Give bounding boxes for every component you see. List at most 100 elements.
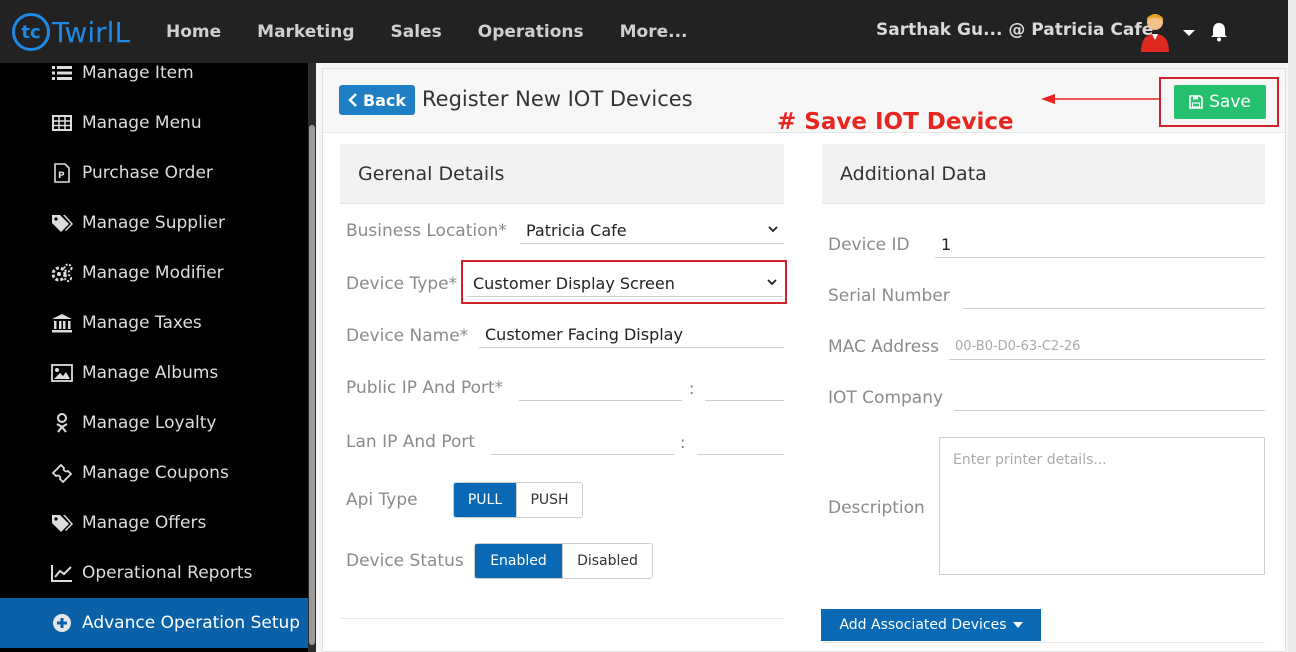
api-type-pull[interactable]: PULL — [454, 483, 516, 517]
sidebar-item-operational-reports[interactable]: Operational Reports — [0, 548, 308, 598]
device-id-input[interactable]: 1 — [935, 232, 1265, 258]
gears-icon — [50, 262, 74, 284]
sidebar-item-manage-menu[interactable]: Manage Menu — [0, 98, 308, 148]
user-location-label[interactable]: Sarthak Gu... @ Patricia Cafe — [876, 20, 1153, 40]
api-type-push[interactable]: PUSH — [516, 483, 582, 517]
device-status-enabled[interactable]: Enabled — [475, 544, 562, 578]
sidebar-item-manage-taxes[interactable]: Manage Taxes — [0, 298, 308, 348]
save-button[interactable]: Save — [1174, 85, 1266, 119]
sidebar-item-manage-offers[interactable]: Manage Offers — [0, 498, 308, 548]
sidebar-item-label: Manage Menu — [82, 113, 202, 133]
description-textarea[interactable]: Enter printer details... — [939, 437, 1265, 575]
additional-data-title: Additional Data — [840, 162, 987, 185]
brand-name: TwirlL — [52, 15, 131, 49]
additional-data-header: Additional Data — [822, 144, 1265, 204]
device-type-select[interactable]: Customer Display Screen — [467, 271, 783, 297]
add-associated-devices-label: Add Associated Devices — [839, 617, 1007, 633]
nav-operations[interactable]: Operations — [460, 22, 602, 42]
sidebar-item-label: Manage Loyalty — [82, 413, 217, 433]
public-port-input[interactable] — [705, 375, 784, 401]
iot-company-label: IOT Company — [828, 388, 944, 408]
avatar[interactable] — [1138, 10, 1172, 52]
sidebar-scrollbar[interactable] — [308, 63, 316, 652]
business-location-label: Business Location* — [346, 221, 507, 241]
tags-icon — [50, 212, 74, 234]
sidebar-item-label: Manage Item — [82, 63, 194, 83]
public-ip-label: Public IP And Port* — [346, 378, 504, 398]
save-button-label: Save — [1209, 92, 1251, 112]
register-iot-panel: Back Register New IOT Devices Save # Sav… — [322, 68, 1286, 652]
sidebar-item-manage-loyalty[interactable]: Manage Loyalty — [0, 398, 308, 448]
business-location-select[interactable]: Patricia Cafe — [520, 218, 784, 244]
device-status-disabled[interactable]: Disabled — [562, 544, 652, 578]
serial-number-input[interactable] — [963, 283, 1265, 309]
lan-port-input[interactable] — [697, 429, 784, 455]
document-icon: P — [50, 162, 74, 184]
device-name-label: Device Name* — [346, 326, 469, 346]
device-name-input[interactable]: Customer Facing Display — [479, 322, 784, 348]
floppy-disk-icon — [1189, 95, 1203, 109]
table-icon — [50, 112, 74, 134]
window-edge — [1288, 0, 1296, 652]
sidebar-item-label: Operational Reports — [82, 563, 253, 583]
sidebar-item-label: Manage Albums — [82, 363, 219, 383]
api-type-label: Api Type — [346, 490, 418, 510]
page-title: Register New IOT Devices — [422, 87, 693, 111]
general-details-title: Gerenal Details — [358, 162, 505, 185]
nav-sales[interactable]: Sales — [373, 22, 460, 42]
back-button[interactable]: Back — [339, 85, 415, 115]
list-icon — [50, 63, 74, 84]
chevron-down-icon — [768, 226, 778, 233]
public-ip-input[interactable] — [519, 375, 682, 401]
tags-icon — [50, 512, 74, 534]
mac-address-input[interactable]: 00-B0-D0-63-C2-26 — [949, 334, 1265, 360]
sidebar-item-manage-item[interactable]: Manage Item — [0, 63, 308, 98]
bell-icon[interactable] — [1210, 22, 1228, 42]
mac-address-placeholder: 00-B0-D0-63-C2-26 — [955, 339, 1081, 354]
lan-ip-colon: : — [680, 433, 686, 452]
annotation-arrow-icon — [1041, 94, 1159, 104]
mac-address-label: MAC Address — [828, 337, 939, 357]
image-icon — [50, 362, 74, 384]
chevron-down-icon — [767, 279, 777, 286]
sidebar-item-manage-modifier[interactable]: Manage Modifier — [0, 248, 308, 298]
nav-marketing[interactable]: Marketing — [239, 22, 372, 42]
loyalty-icon — [50, 412, 74, 434]
public-ip-colon: : — [689, 379, 695, 398]
sidebar-item-label: Manage Supplier — [82, 213, 225, 233]
divider — [340, 618, 784, 619]
device-id-label: Device ID — [828, 235, 910, 255]
api-type-toggle: PULL PUSH — [453, 482, 583, 518]
bank-icon — [50, 312, 74, 334]
device-status-label: Device Status — [346, 551, 464, 571]
add-associated-devices-button[interactable]: Add Associated Devices — [821, 609, 1041, 641]
iot-company-input[interactable] — [954, 385, 1265, 411]
user-menu-caret-icon[interactable] — [1183, 30, 1195, 36]
sidebar-item-manage-supplier[interactable]: Manage Supplier — [0, 198, 308, 248]
sidebar-item-label: Purchase Order — [82, 163, 213, 183]
device-id-value: 1 — [941, 235, 952, 254]
general-details-header: Gerenal Details — [340, 144, 784, 204]
sidebar-item-label: Manage Coupons — [82, 463, 229, 483]
description-placeholder: Enter printer details... — [953, 452, 1107, 468]
ticket-icon — [50, 462, 74, 484]
save-annotation-label: # Save IOT Device — [777, 109, 1014, 135]
sidebar-item-advance-operation-setup[interactable]: Advance Operation Setup — [0, 598, 308, 648]
main-nav: Home Marketing Sales Operations More... — [148, 0, 706, 63]
description-label: Description — [828, 498, 925, 518]
lan-ip-input[interactable] — [491, 429, 674, 455]
scrollbar-thumb[interactable] — [309, 125, 315, 645]
svg-text:P: P — [58, 171, 65, 181]
sidebar: Manage Item Manage Menu P Purchase Order… — [0, 63, 308, 652]
brand-logo[interactable]: tc TwirlL — [12, 13, 130, 51]
sidebar-item-manage-albums[interactable]: Manage Albums — [0, 348, 308, 398]
nav-more[interactable]: More... — [602, 22, 706, 42]
device-type-value: Customer Display Screen — [473, 274, 675, 293]
sidebar-item-label: Manage Modifier — [82, 263, 224, 283]
sidebar-item-label: Advance Operation Setup — [82, 613, 301, 633]
sidebar-item-manage-coupons[interactable]: Manage Coupons — [0, 448, 308, 498]
sidebar-item-purchase-order[interactable]: P Purchase Order — [0, 148, 308, 198]
serial-number-label: Serial Number — [828, 286, 950, 306]
nav-home[interactable]: Home — [148, 22, 239, 42]
sidebar-item-label: Manage Taxes — [82, 313, 202, 333]
